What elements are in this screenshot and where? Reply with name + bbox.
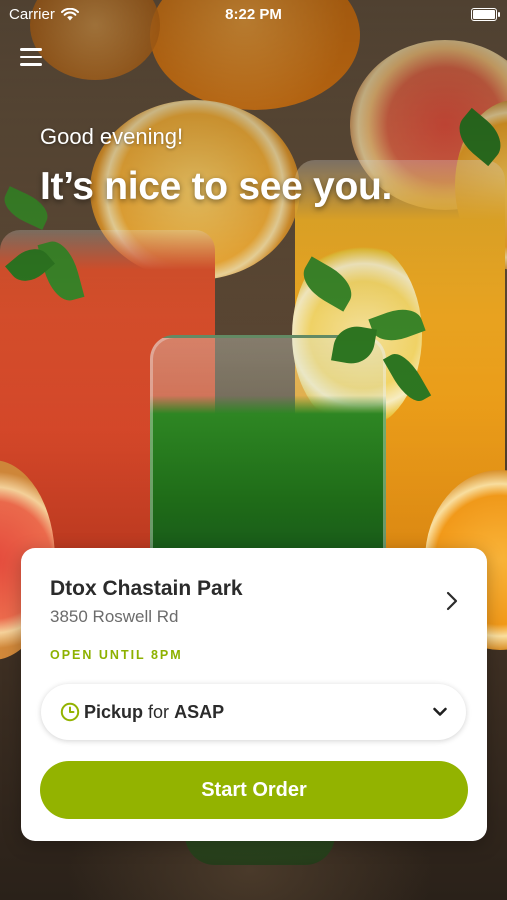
- store-address: 3850 Roswell Rd: [50, 607, 179, 626]
- start-order-button[interactable]: Start Order: [40, 761, 468, 819]
- store-name[interactable]: Dtox Chastain Park: [50, 577, 243, 601]
- pickup-connector: for: [148, 702, 170, 722]
- pickup-summary: Pickup for ASAP: [84, 702, 224, 723]
- hamburger-menu-icon[interactable]: [20, 48, 42, 68]
- status-bar: Carrier 8:22 PM: [0, 0, 507, 30]
- location-card: Dtox Chastain Park 3850 Roswell Rd OPEN …: [21, 548, 487, 841]
- pickup-method: Pickup: [84, 702, 144, 722]
- pickup-time: ASAP: [174, 702, 225, 722]
- open-status-label: OPEN UNTIL 8PM: [50, 648, 183, 662]
- greeting-text: Good evening!: [40, 124, 184, 149]
- pickup-time-selector[interactable]: Pickup for ASAP: [41, 684, 466, 740]
- chevron-down-icon[interactable]: [432, 705, 448, 719]
- chevron-right-icon[interactable]: [441, 590, 463, 612]
- clock-icon: [60, 702, 80, 722]
- battery-icon: [471, 8, 500, 21]
- status-time: 8:22 PM: [225, 6, 282, 23]
- page-title: It’s nice to see you.: [40, 165, 393, 208]
